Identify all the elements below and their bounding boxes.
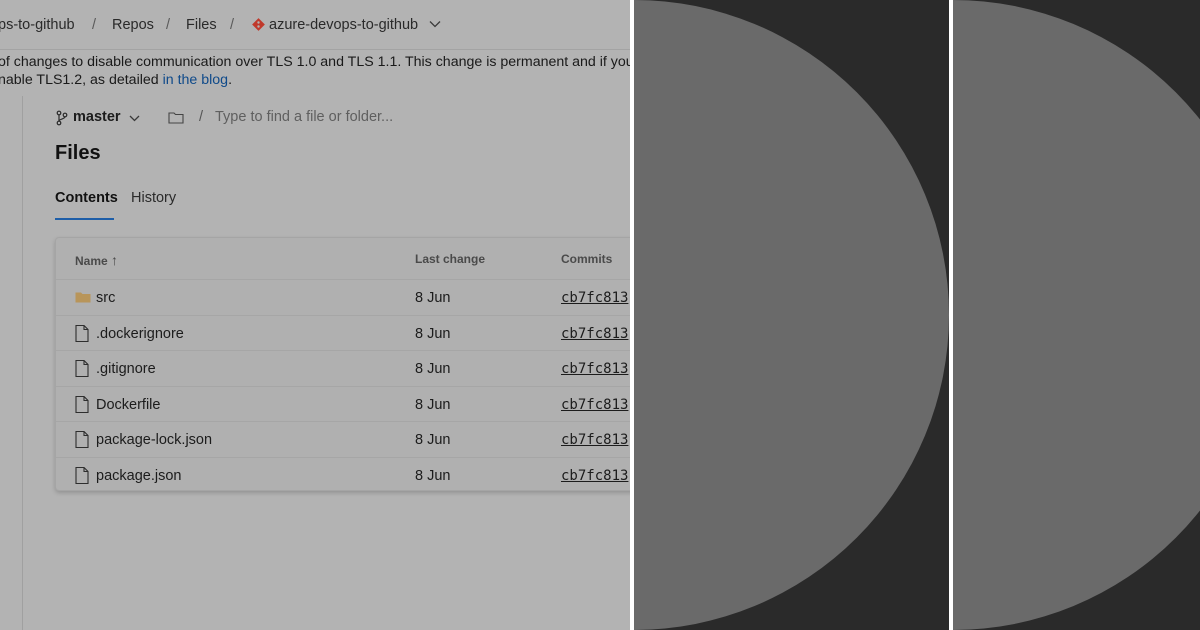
decorative-half-circle-panel [634, 0, 949, 630]
file-search-input[interactable] [215, 106, 475, 128]
path-separator: / [199, 109, 204, 125]
last-change: 8 Jun [415, 290, 451, 306]
git-branch-icon [55, 110, 69, 126]
breadcrumb-separator: / [166, 17, 171, 33]
banner-line-2-period: . [228, 72, 233, 88]
table-row[interactable]: Dockerfile 8 Jun cb7fc813 [56, 386, 630, 422]
last-change: 8 Jun [415, 397, 451, 413]
column-header-name-label: Name [75, 254, 108, 268]
chevron-down-icon[interactable] [128, 112, 141, 129]
content-divider [22, 96, 23, 630]
file-icon [75, 359, 89, 382]
file-icon [75, 395, 89, 418]
last-change: 8 Jun [415, 468, 451, 484]
tab-history[interactable]: History [131, 190, 176, 206]
commit-link[interactable]: cb7fc813 [561, 432, 628, 448]
file-name[interactable]: package-lock.json [96, 432, 212, 448]
breadcrumb-repos[interactable]: Repos [112, 17, 154, 33]
commit-link[interactable]: cb7fc813 [561, 468, 628, 484]
column-header-commits[interactable]: Commits [561, 252, 612, 266]
folder-outline-icon [168, 111, 184, 128]
azure-devops-screenshot: ps-to-github / Repos / Files / azure-dev… [0, 0, 630, 630]
last-change: 8 Jun [415, 326, 451, 342]
commit-link[interactable]: cb7fc813 [561, 326, 628, 342]
blog-link[interactable]: in the blog [163, 72, 228, 88]
commit-link[interactable]: cb7fc813 [561, 290, 628, 306]
decorative-half-circle-panel [953, 0, 1200, 630]
file-name[interactable]: package.json [96, 468, 181, 484]
page-title: Files [55, 142, 101, 164]
table-row[interactable]: package-lock.json 8 Jun cb7fc813 [56, 421, 630, 457]
half-circle-graphic [953, 0, 1200, 630]
branch-name[interactable]: master [73, 109, 121, 125]
commit-link[interactable]: cb7fc813 [561, 397, 628, 413]
column-header-last-change[interactable]: Last change [415, 252, 485, 266]
breadcrumb-project[interactable]: ps-to-github [0, 17, 75, 33]
file-name[interactable]: Dockerfile [96, 397, 160, 413]
banner-line-2-text: nable TLS1.2, as detailed [0, 72, 163, 88]
file-name[interactable]: .gitignore [96, 361, 156, 377]
breadcrumb: ps-to-github / Repos / Files / azure-dev… [0, 0, 630, 50]
half-circle-graphic [634, 0, 949, 630]
file-icon [75, 466, 89, 489]
git-repo-icon [252, 18, 265, 31]
sort-ascending-icon: ↑ [111, 252, 119, 268]
breadcrumb-files[interactable]: Files [186, 17, 217, 33]
file-name[interactable]: .dockerignore [96, 326, 184, 342]
commit-link[interactable]: cb7fc813 [561, 361, 628, 377]
chevron-down-icon[interactable] [428, 17, 442, 35]
breadcrumb-repository[interactable]: azure-devops-to-github [269, 17, 418, 33]
breadcrumb-separator: / [92, 17, 97, 33]
last-change: 8 Jun [415, 432, 451, 448]
files-table: Name ↑ Last change Commits src 8 Jun cb7… [55, 237, 630, 491]
table-row[interactable]: .gitignore 8 Jun cb7fc813 [56, 350, 630, 386]
table-row[interactable]: package.json 8 Jun cb7fc813 [56, 457, 630, 493]
banner-line-1: of changes to disable communication over… [0, 54, 630, 70]
banner-line-2: nable TLS1.2, as detailed in the blog. [0, 72, 232, 89]
folder-icon [75, 289, 91, 310]
file-name[interactable]: src [96, 290, 115, 306]
table-row[interactable]: src 8 Jun cb7fc813 [56, 279, 630, 315]
table-row[interactable]: .dockerignore 8 Jun cb7fc813 [56, 315, 630, 351]
tab-contents[interactable]: Contents [55, 190, 118, 206]
column-header-name[interactable]: Name ↑ [75, 252, 118, 268]
file-icon [75, 430, 89, 453]
active-tab-indicator [55, 218, 114, 220]
breadcrumb-separator: / [230, 17, 235, 33]
file-icon [75, 324, 89, 347]
last-change: 8 Jun [415, 361, 451, 377]
